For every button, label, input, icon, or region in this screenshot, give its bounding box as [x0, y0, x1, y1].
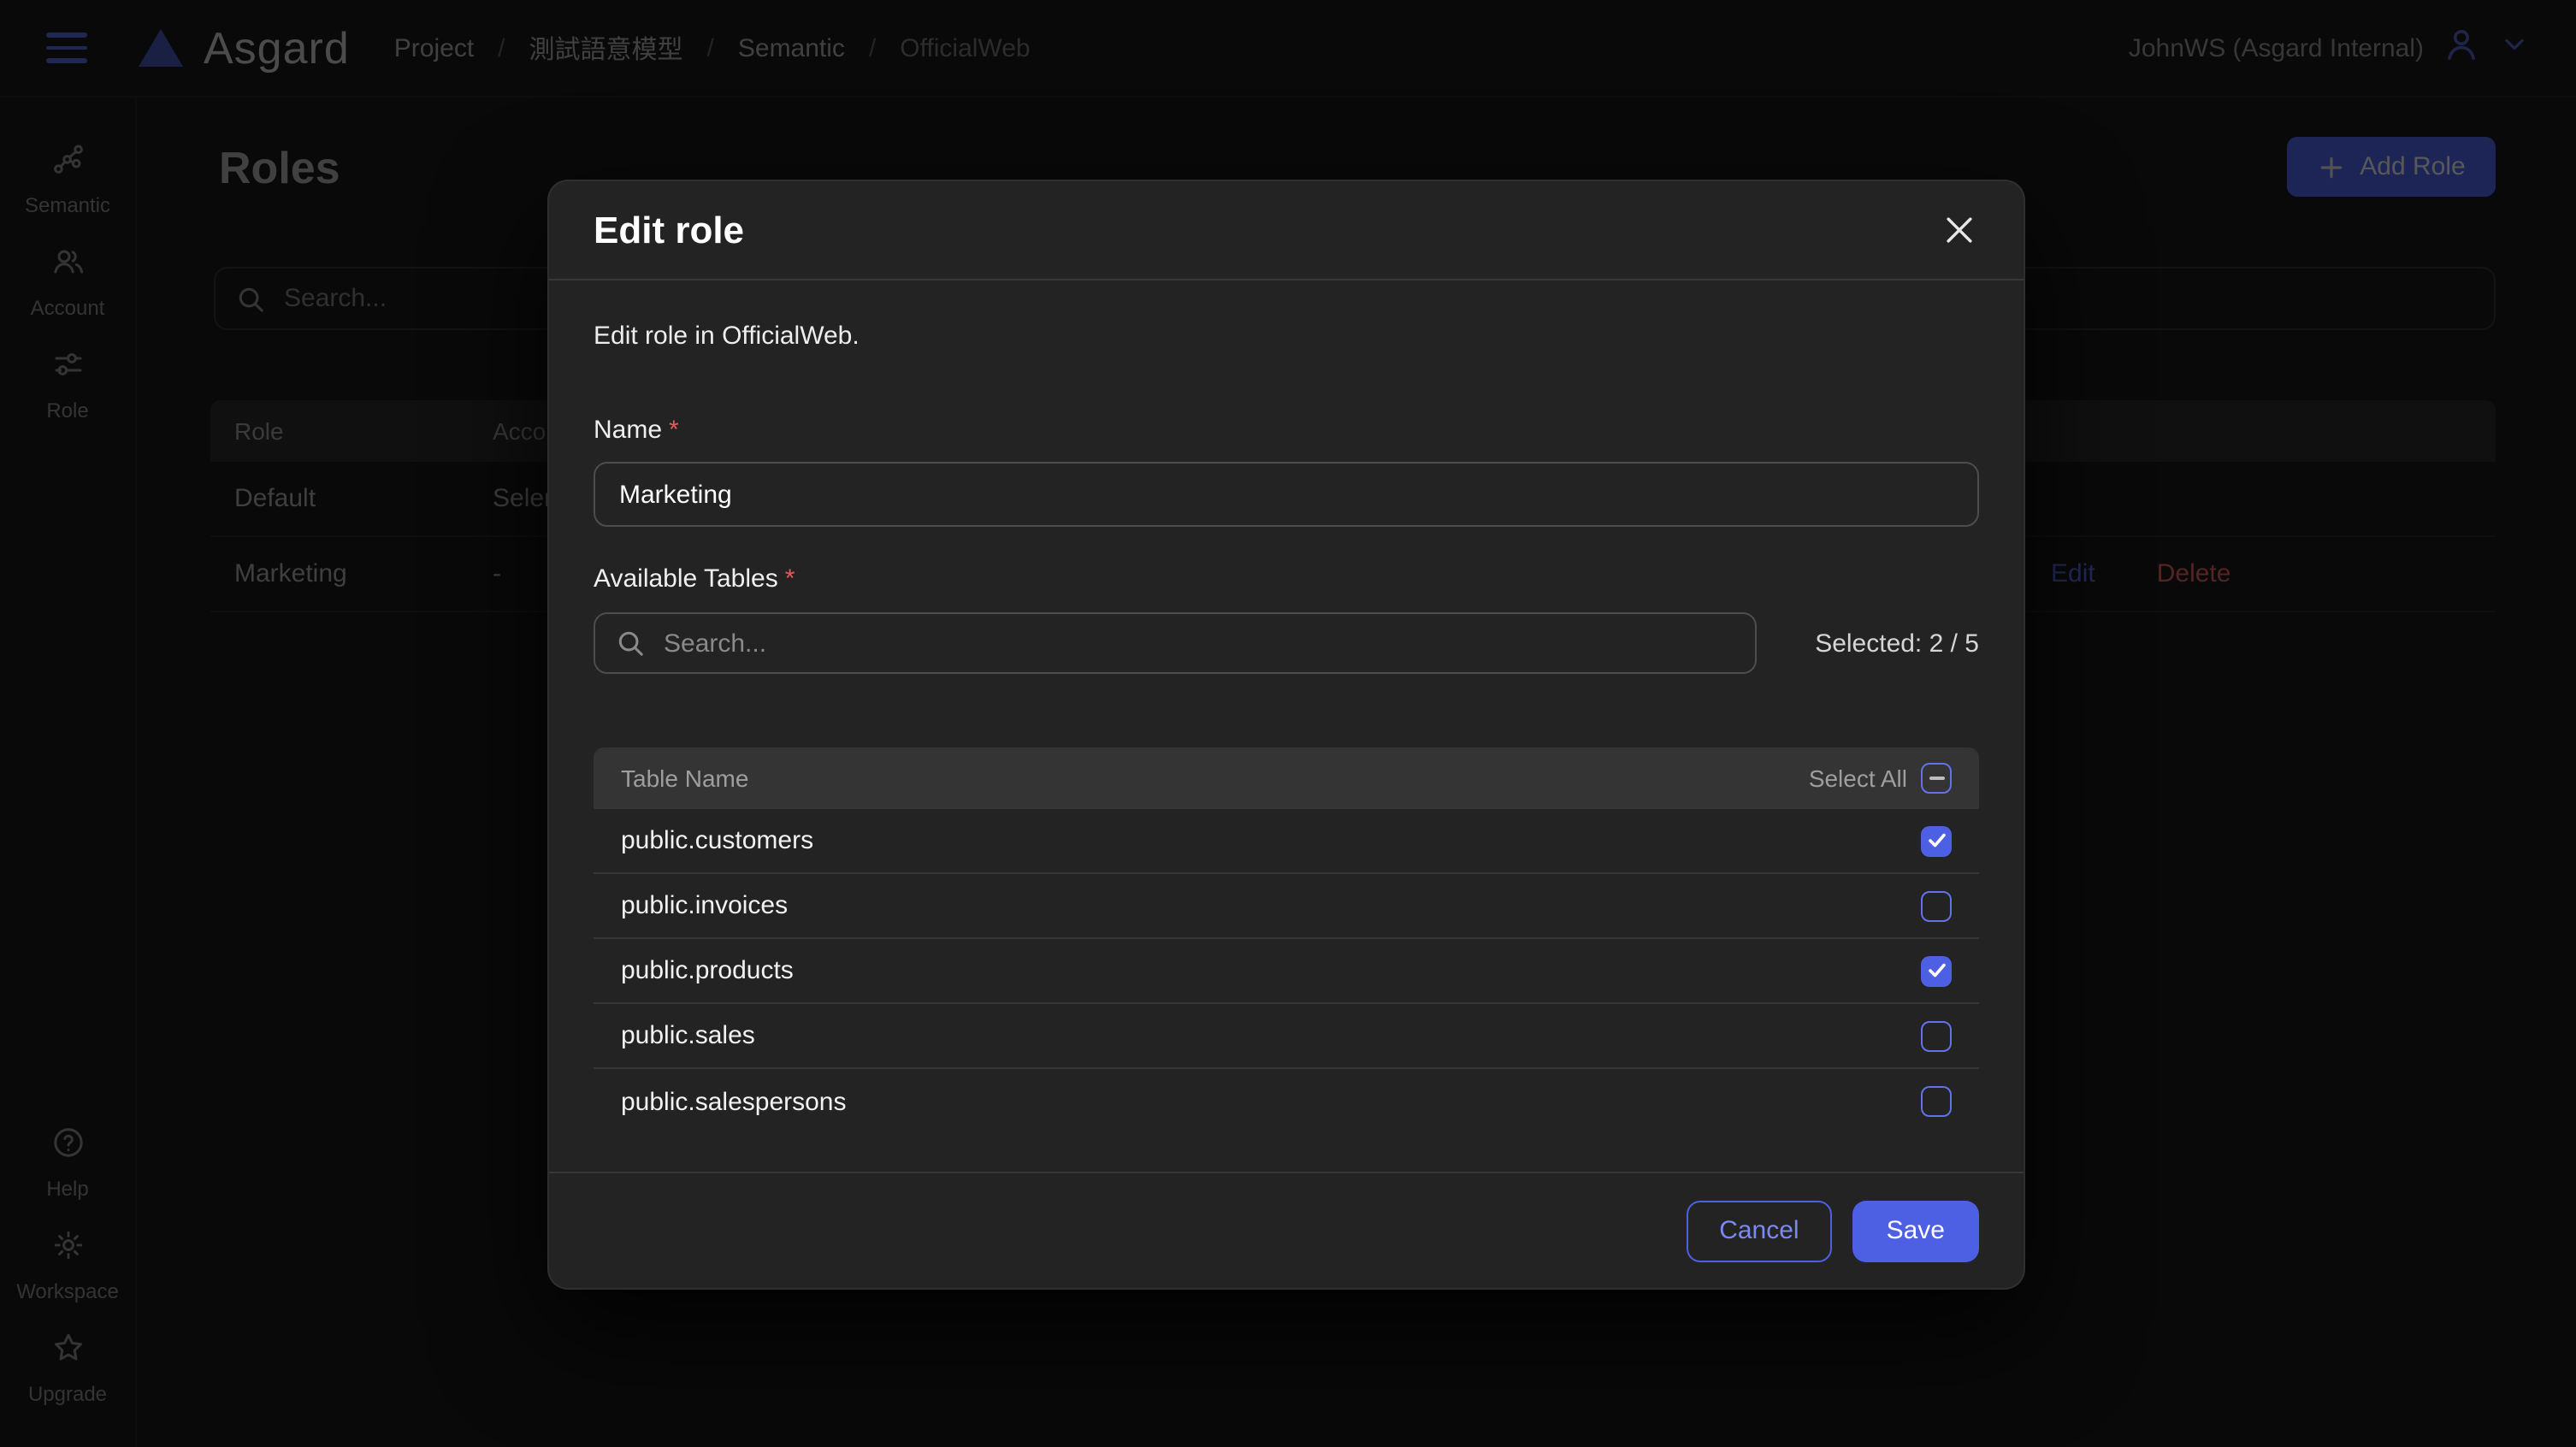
close-icon [1947, 217, 1972, 243]
modal-body: Edit role in OfficialWeb. Name* Availabl… [549, 281, 2024, 1172]
available-tables-label: Available Tables* [594, 564, 1979, 594]
table-row[interactable]: public.sales [594, 1004, 1979, 1069]
table-name-column: Table Name [621, 765, 748, 792]
modal-header: Edit role [549, 181, 2024, 281]
cancel-button[interactable]: Cancel [1687, 1200, 1831, 1261]
row-checkbox[interactable] [1921, 890, 1952, 921]
tables-list-header: Table Name Select All [594, 747, 1979, 809]
table-row[interactable]: public.customers [594, 809, 1979, 874]
search-icon [616, 629, 645, 658]
table-row[interactable]: public.invoices [594, 874, 1979, 939]
modal-description: Edit role in OfficialWeb. [594, 322, 1979, 351]
row-checkbox[interactable] [1921, 955, 1952, 986]
table-name: public.invoices [621, 891, 788, 920]
required-mark: * [785, 564, 795, 594]
select-all-label: Select All [1809, 765, 1907, 792]
table-name: public.customers [621, 826, 813, 855]
tables-search-input[interactable] [594, 612, 1757, 674]
close-button[interactable] [1940, 210, 1979, 250]
save-button[interactable]: Save [1852, 1200, 1979, 1261]
table-name: public.salespersons [621, 1087, 847, 1116]
table-name: public.sales [621, 1021, 755, 1050]
table-row[interactable]: public.salespersons [594, 1069, 1979, 1134]
selected-count: Selected: 2 / 5 [1757, 629, 1979, 658]
application-window: Asgard Project/測試語意模型/Semantic/OfficialW… [0, 0, 2576, 1447]
row-checkbox[interactable] [1921, 1086, 1952, 1117]
edit-role-modal: Edit role Edit role in OfficialWeb. Name… [547, 180, 2025, 1290]
name-label: Name* [594, 416, 1979, 445]
tables-list: Table Name Select All public.customers pu… [594, 747, 1979, 1134]
row-checkbox[interactable] [1921, 1020, 1952, 1051]
table-name: public.products [621, 956, 794, 985]
modal-footer: Cancel Save [549, 1172, 2024, 1288]
table-row[interactable]: public.products [594, 939, 1979, 1004]
name-input[interactable] [594, 462, 1979, 527]
select-all-checkbox[interactable] [1921, 763, 1952, 794]
required-mark: * [669, 416, 679, 445]
row-checkbox[interactable] [1921, 825, 1952, 856]
modal-title: Edit role [594, 208, 744, 252]
